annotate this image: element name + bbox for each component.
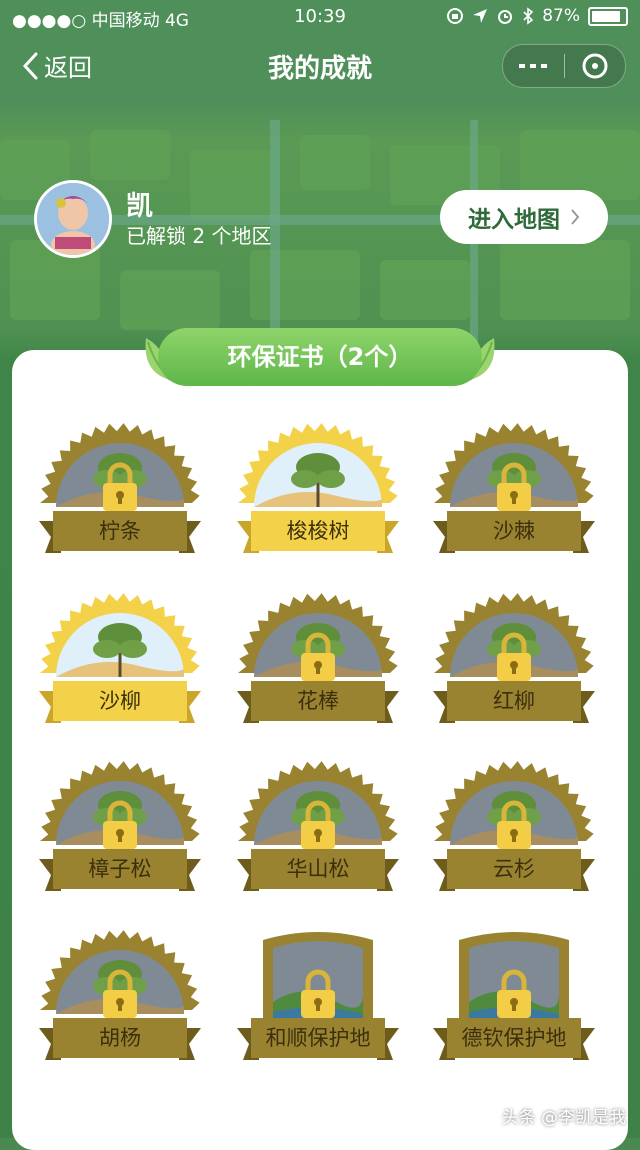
chevron-right-icon xyxy=(571,209,580,225)
watermark: 头条 @李凯是我 xyxy=(501,1108,626,1128)
location-icon xyxy=(473,9,488,23)
badge-label: 红柳 xyxy=(493,689,535,713)
badge-3[interactable]: 沙柳 xyxy=(35,585,205,745)
navigation-bar: 返回 我的成就 xyxy=(0,34,640,98)
badge-1[interactable]: 梭梭树 xyxy=(233,415,403,575)
badge-label: 梭梭树 xyxy=(286,519,350,543)
badge-label: 沙棘 xyxy=(493,519,535,543)
battery-icon xyxy=(588,6,628,26)
unlocked-count: 已解锁 2 个地区 xyxy=(126,224,272,248)
avatar xyxy=(34,180,112,258)
more-button[interactable] xyxy=(503,62,564,70)
enter-map-label: 进入地图 xyxy=(468,207,560,233)
section-banner: 环保证书（2个） xyxy=(140,328,500,390)
badge-8[interactable]: 云杉 xyxy=(429,753,599,913)
section-title: 环保证书（2个） xyxy=(158,328,482,386)
badge-6[interactable]: 樟子松 xyxy=(35,753,205,913)
more-dots-icon xyxy=(519,64,548,68)
badge-label: 德钦保护地 xyxy=(461,1026,567,1050)
badge-label: 沙柳 xyxy=(99,689,141,713)
badge-4[interactable]: 花棒 xyxy=(233,585,403,745)
profile-header: 凯 已解锁 2 个地区 进入地图 xyxy=(34,180,614,260)
badge-2[interactable]: 沙棘 xyxy=(429,415,599,575)
mini-program-capsule xyxy=(502,44,626,88)
badge-label: 云杉 xyxy=(493,857,535,881)
badge-9[interactable]: 胡杨 xyxy=(35,922,205,1082)
badge-label: 胡杨 xyxy=(99,1026,141,1050)
badge-label: 柠条 xyxy=(99,519,141,543)
badge-0[interactable]: 柠条 xyxy=(35,415,205,575)
badge-7[interactable]: 华山松 xyxy=(233,753,403,913)
alarm-icon xyxy=(498,10,513,24)
badge-10[interactable]: 和顺保护地 xyxy=(233,922,403,1082)
enter-map-button[interactable]: 进入地图 xyxy=(440,190,608,244)
badge-label: 花棒 xyxy=(297,689,339,713)
close-program-button[interactable] xyxy=(565,52,626,80)
badge-5[interactable]: 红柳 xyxy=(429,585,599,745)
battery-percent: 87% xyxy=(542,6,580,26)
badge-label: 樟子松 xyxy=(88,857,152,881)
close-circle-icon xyxy=(582,53,608,79)
badge-label: 华山松 xyxy=(286,857,350,881)
rotation-lock-icon xyxy=(447,8,464,24)
badge-11[interactable]: 德钦保护地 xyxy=(429,922,599,1082)
badge-label: 和顺保护地 xyxy=(265,1026,371,1050)
bluetooth-icon xyxy=(523,7,534,25)
status-bar: ●●●●○ 中国移动 4G 10:39 87% xyxy=(0,0,640,34)
user-name: 凯 xyxy=(126,191,153,222)
